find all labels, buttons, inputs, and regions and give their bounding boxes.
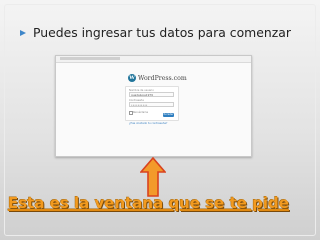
wordpress-icon: W bbox=[128, 74, 136, 82]
logo-text: WordPress.com bbox=[138, 74, 187, 82]
login-form: Nombre de usuario guadalupe1979 Contrase… bbox=[125, 86, 179, 121]
login-button[interactable]: Acceder bbox=[163, 113, 174, 117]
remember-label: Recuérdame bbox=[133, 110, 149, 114]
wordpress-logo: W WordPress.com bbox=[128, 74, 187, 82]
bullet-text: Puedes ingresar tus datos para comenzar bbox=[33, 25, 291, 40]
bullet-arrow-icon bbox=[20, 29, 26, 36]
bullet-item: Puedes ingresar tus datos para comenzar bbox=[20, 25, 291, 40]
username-field[interactable]: guadalupe1979 bbox=[129, 92, 174, 97]
embedded-screenshot: W WordPress.com Nombre de usuario guadal… bbox=[55, 55, 252, 157]
slide-caption: Esta es la ventana que se te pide bbox=[8, 194, 289, 212]
up-arrow-icon bbox=[140, 157, 166, 197]
password-field[interactable]: •••••••••• bbox=[129, 102, 174, 107]
lost-password-link[interactable]: ¿Has olvidado tu contraseña? bbox=[129, 122, 167, 125]
screenshot-content: W WordPress.com Nombre de usuario guadal… bbox=[56, 63, 251, 156]
address-bar bbox=[60, 57, 120, 60]
browser-toolbar bbox=[56, 56, 251, 63]
